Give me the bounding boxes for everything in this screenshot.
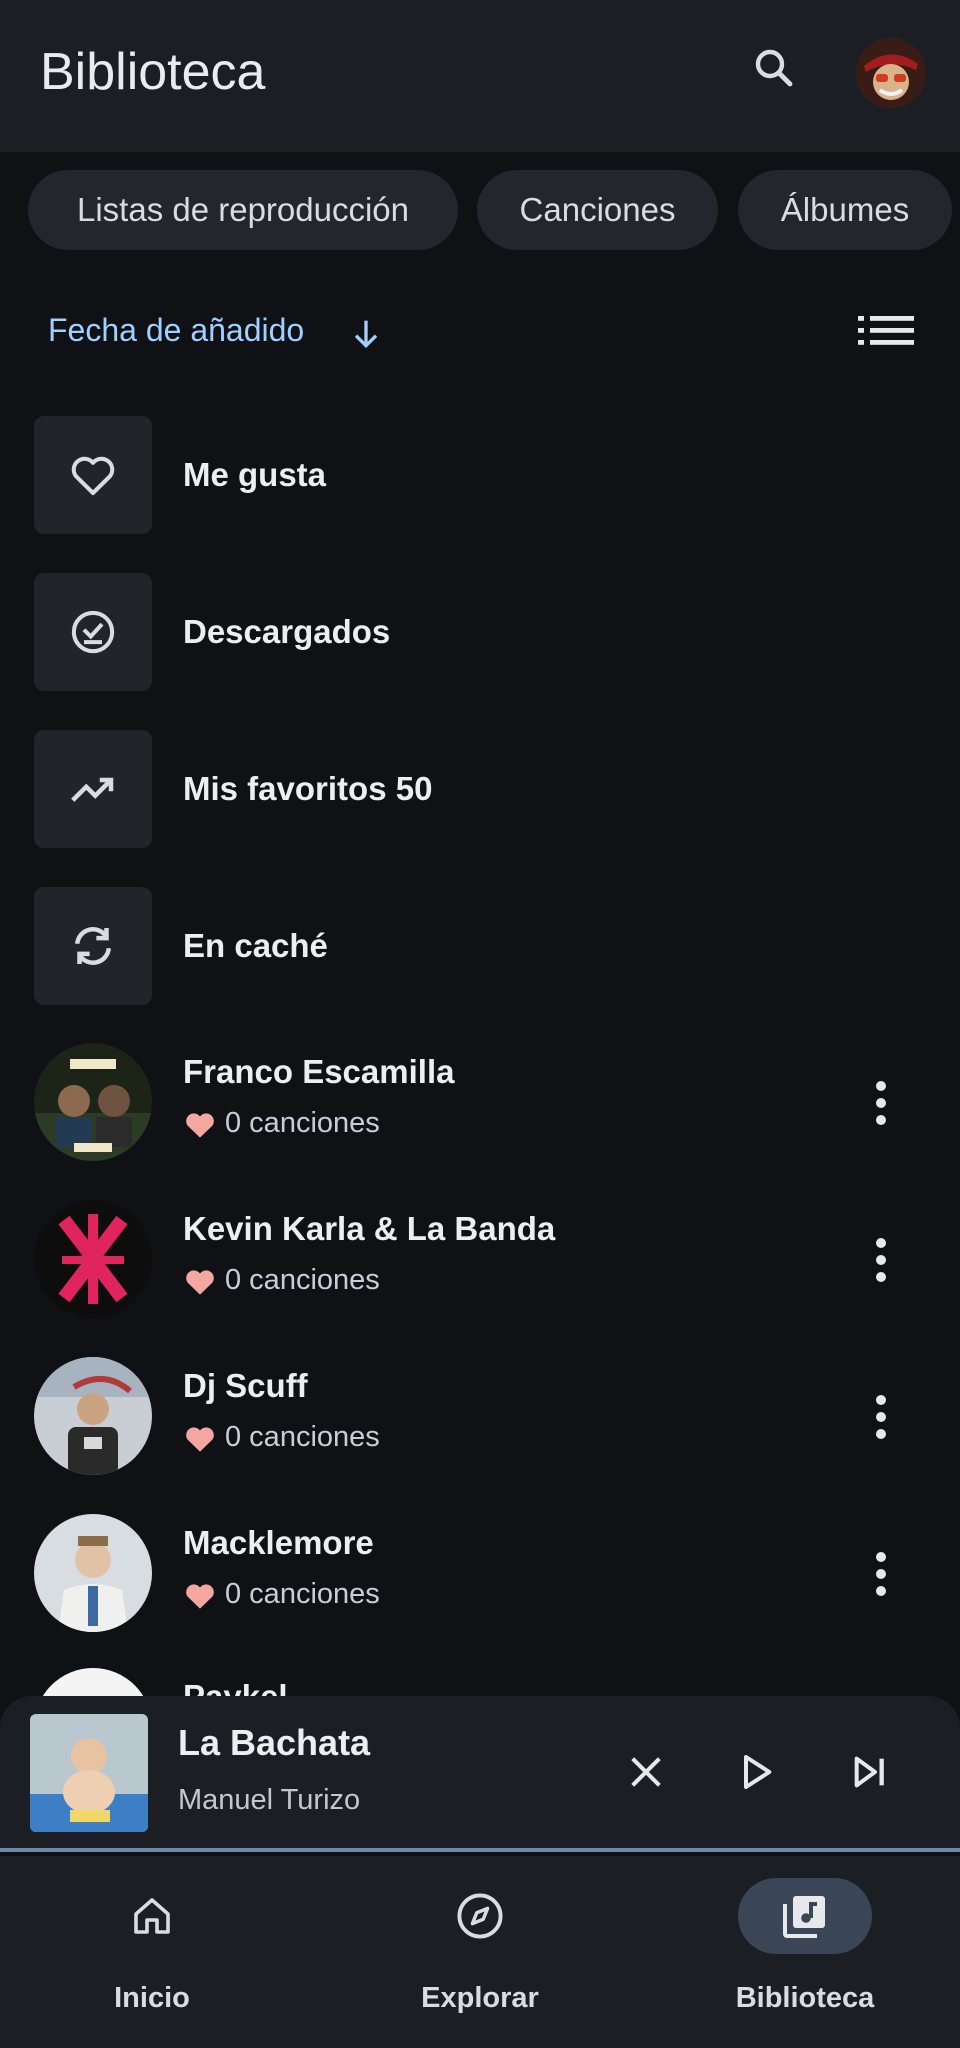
close-icon: [631, 1757, 661, 1787]
nav-biblioteca[interactable]: Biblioteca: [675, 1878, 935, 2028]
chip-albums[interactable]: Álbumes: [738, 170, 952, 250]
artist-liked-count: 0 canciones: [183, 1421, 380, 1454]
artist-avatar: [34, 1514, 152, 1632]
song-count: 0 canciones: [225, 1107, 380, 1139]
library-item-cached[interactable]: En caché: [0, 887, 960, 1007]
heart-outline-icon: [71, 456, 115, 496]
close-player-button[interactable]: [614, 1740, 678, 1804]
filter-chips: Listas de reproducción Canciones Álbumes: [0, 170, 960, 250]
account-avatar[interactable]: [856, 38, 926, 108]
heart-filled-icon: [186, 1269, 214, 1295]
page-title: Biblioteca: [40, 43, 266, 101]
more-options-button[interactable]: [856, 1544, 906, 1604]
artist-row[interactable]: Franco Escamilla 0 canciones: [0, 1043, 960, 1163]
artist-row[interactable]: Macklemore 0 canciones: [0, 1514, 960, 1634]
avatar-image: [856, 38, 926, 108]
play-icon: [744, 1755, 772, 1789]
library-item-label: Me gusta: [183, 456, 327, 493]
heart-filled-icon: [186, 1112, 214, 1138]
artist-row[interactable]: Kevin Karla & La Banda 0 canciones: [0, 1200, 960, 1320]
artist-avatar: [34, 1043, 152, 1161]
nav-inicio[interactable]: Inicio: [22, 1878, 282, 2028]
artist-image: [34, 1200, 152, 1318]
liked-tile: [34, 416, 152, 534]
more-vert-icon: [876, 1552, 886, 1596]
nav-label: Inicio: [114, 1982, 190, 2014]
library-item-label: Descargados: [183, 613, 391, 650]
now-playing-title: La Bachata: [178, 1722, 371, 1763]
nav-explorar[interactable]: Explorar: [350, 1878, 610, 2028]
chip-playlists[interactable]: Listas de reproducción: [28, 170, 458, 250]
heart-filled-icon: [186, 1583, 214, 1609]
nav-label: Biblioteca: [735, 1982, 875, 2014]
more-options-button[interactable]: [856, 1230, 906, 1290]
artist-name: Macklemore: [183, 1524, 374, 1561]
nav-explorar-pill: [413, 1878, 547, 1954]
artist-liked-count: 0 canciones: [183, 1107, 380, 1140]
artist-image: [34, 1043, 152, 1161]
arrow-down-icon[interactable]: [346, 314, 386, 354]
more-vert-icon: [876, 1238, 886, 1282]
skip-next-button[interactable]: [838, 1740, 902, 1804]
library-music-icon: [783, 1896, 825, 1938]
album-art-image: [30, 1714, 148, 1832]
artist-name: Dj Scuff: [183, 1367, 308, 1404]
nav-label: Explorar: [421, 1982, 539, 2014]
playback-progress[interactable]: [0, 1848, 960, 1852]
skip-next-icon: [854, 1756, 884, 1788]
library-item-label: En caché: [183, 927, 328, 964]
sort-selector[interactable]: Fecha de añadido: [48, 312, 304, 349]
artist-image: [34, 1357, 152, 1475]
home-icon: [134, 1898, 170, 1934]
more-options-button[interactable]: [856, 1387, 906, 1447]
top50-tile: [34, 730, 152, 848]
now-playing-artist: Manuel Turizo: [178, 1784, 361, 1816]
sync-icon: [75, 927, 111, 965]
song-count: 0 canciones: [225, 1264, 380, 1296]
artist-avatar: [34, 1357, 152, 1475]
library-item-liked[interactable]: Me gusta: [0, 416, 960, 536]
artist-liked-count: 0 canciones: [183, 1264, 380, 1297]
downloaded-tile: [34, 573, 152, 691]
library-item-downloaded[interactable]: Descargados: [0, 573, 960, 693]
compass-icon: [457, 1893, 503, 1939]
artist-liked-count: 0 canciones: [183, 1578, 380, 1611]
library-item-top50[interactable]: Mis favoritos 50: [0, 730, 960, 850]
nav-inicio-pill: [85, 1878, 219, 1954]
artist-image: [34, 1514, 152, 1632]
search-button[interactable]: [742, 36, 806, 100]
artist-row[interactable]: Dj Scuff 0 canciones: [0, 1357, 960, 1477]
song-count: 0 canciones: [225, 1578, 380, 1610]
more-options-button[interactable]: [856, 1073, 906, 1133]
artist-name: Franco Escamilla: [183, 1053, 455, 1090]
play-button[interactable]: [724, 1740, 788, 1804]
song-count: 0 canciones: [225, 1421, 380, 1453]
downloaded-check-icon: [71, 610, 115, 654]
album-art: [30, 1714, 148, 1832]
more-vert-icon: [876, 1081, 886, 1125]
library-item-label: Mis favoritos 50: [183, 770, 433, 807]
artist-avatar: [34, 1200, 152, 1318]
search-icon: [755, 49, 793, 87]
list-view-icon[interactable]: [856, 312, 916, 356]
nav-biblioteca-pill: [738, 1878, 872, 1954]
sort-row: Fecha de añadido: [0, 300, 960, 370]
cached-tile: [34, 887, 152, 1005]
trending-up-icon: [71, 777, 114, 802]
chip-songs[interactable]: Canciones: [477, 170, 718, 250]
artist-name: Kevin Karla & La Banda: [183, 1210, 556, 1247]
more-vert-icon: [876, 1395, 886, 1439]
mini-player[interactable]: La Bachata Manuel Turizo: [0, 1696, 960, 1852]
heart-filled-icon: [186, 1426, 214, 1452]
bottom-navigation: Inicio Explorar Biblioteca: [0, 1856, 960, 2048]
top-app-bar: Biblioteca: [0, 0, 960, 152]
